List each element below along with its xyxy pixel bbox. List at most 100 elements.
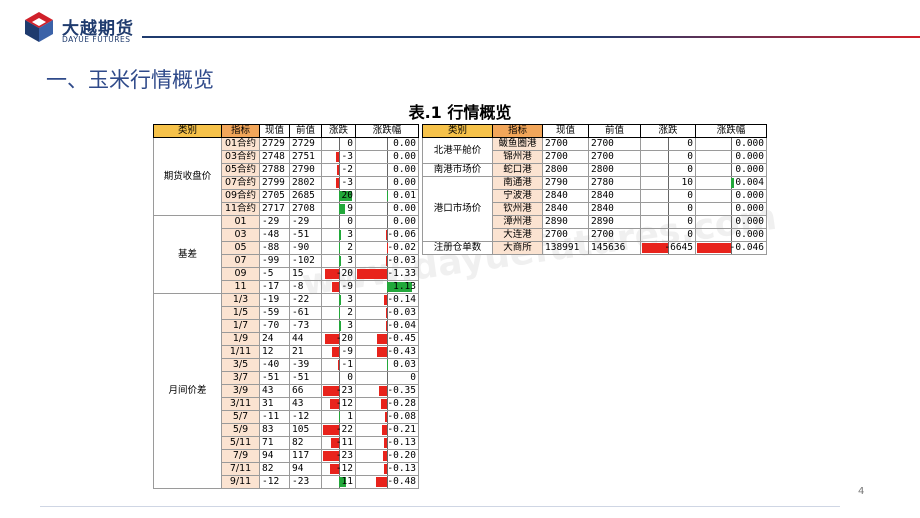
negative-bar (379, 386, 387, 396)
bar-value-text: -2 (341, 164, 353, 176)
change-cell: -20 (321, 267, 356, 281)
bar-axis (668, 151, 669, 163)
previous-value-cell: 2729 (289, 137, 322, 151)
bar-value-text: -22 (335, 424, 353, 436)
change-pct-cell: 0 (355, 371, 419, 385)
bar-value-text: 10 (681, 177, 693, 189)
header-previous: 前值 (588, 124, 641, 138)
change-cell: -9 (321, 345, 356, 359)
current-value-cell: 2729 (259, 137, 290, 151)
indicator-cell: 5/11 (221, 436, 260, 450)
change-pct-cell: -0.48 (355, 475, 419, 489)
bar-axis (338, 372, 340, 384)
bar-value-text: -0.13 (387, 463, 416, 475)
change-cell: -12 (321, 462, 356, 476)
bar-value-text: 0.00 (393, 216, 416, 228)
category-cell: 期货收盘价 (153, 137, 222, 216)
bar-axis (668, 190, 669, 202)
change-cell: 2 (321, 306, 356, 320)
previous-value-cell: -8 (289, 280, 322, 294)
bar-value-text: 0.000 (735, 216, 764, 228)
bar-value-text: 3 (347, 294, 353, 306)
change-pct-cell: 0.000 (695, 228, 767, 242)
bar-value-text: -0.35 (387, 385, 416, 397)
change-pct-cell: -0.35 (355, 384, 419, 398)
table-row: 月间价差 1/3 -19 -22 3 -0.14 (153, 293, 419, 489)
indicator-cell: 07合约 (221, 176, 260, 190)
bar-axis (668, 216, 669, 228)
bar-value-text: 0 (410, 372, 416, 384)
positive-bar (338, 295, 341, 305)
indicator-cell: 09合约 (221, 189, 260, 203)
change-pct-cell: 0.01 (355, 189, 419, 203)
previous-value-cell: -12 (289, 410, 322, 424)
bar-axis (338, 151, 340, 163)
current-value-cell: 71 (259, 436, 290, 450)
bar-value-text: 11 (341, 476, 353, 488)
previous-value-cell: -51 (289, 228, 322, 242)
header-indicator: 指标 (221, 124, 260, 138)
bar-value-text: -0.03 (387, 255, 416, 267)
change-pct-cell: -0.02 (355, 241, 419, 255)
bar-value-text: -0.14 (387, 294, 416, 306)
indicator-cell: 7/11 (221, 462, 260, 476)
change-pct-cell: 0.00 (355, 137, 419, 151)
bar-value-text: -0.28 (387, 398, 416, 410)
bar-axis (668, 229, 669, 241)
change-cell: 0 (640, 228, 696, 242)
bar-value-text: -0.02 (387, 242, 416, 254)
bar-value-text: 3 (347, 255, 353, 267)
current-value-cell: -48 (259, 228, 290, 242)
bar-axis (387, 372, 388, 384)
bar-value-text: -3 (341, 177, 353, 189)
bar-axis (387, 151, 388, 163)
current-value-cell: -5 (259, 267, 290, 281)
category-cell: 基差 (153, 215, 222, 294)
current-value-cell: -51 (259, 371, 290, 385)
header-row: 类别 指标 现值 前值 涨跌 涨跌幅 (422, 124, 767, 138)
bar-axis (338, 164, 340, 176)
indicator-cell: 3/7 (221, 371, 260, 385)
current-value-cell: -17 (259, 280, 290, 294)
current-value-cell: 2700 (542, 228, 589, 242)
bar-axis (338, 138, 340, 150)
bar-value-text: 0.004 (735, 177, 764, 189)
bar-axis (731, 138, 732, 150)
change-cell: 1 (321, 410, 356, 424)
bar-value-text: -0.08 (387, 411, 416, 423)
change-pct-cell: -0.28 (355, 397, 419, 411)
bar-value-text: 0 (347, 372, 353, 384)
bar-value-text: -0.20 (387, 450, 416, 462)
bar-axis (668, 138, 669, 150)
current-value-cell: 2799 (259, 176, 290, 190)
change-pct-cell: -0.03 (355, 306, 419, 320)
bar-value-text: -0.046 (729, 242, 764, 254)
positive-bar (338, 230, 341, 240)
negative-bar (332, 347, 339, 357)
logo-cube-icon (25, 12, 53, 42)
footer-divider (40, 506, 840, 507)
bar-value-text: 20 (341, 190, 353, 202)
change-cell: -23 (321, 384, 356, 398)
bar-value-text: 0 (687, 229, 693, 241)
change-pct-cell: 0.00 (355, 176, 419, 190)
bar-axis (338, 177, 340, 189)
bar-value-text: -9 (341, 346, 353, 358)
current-value-cell: 2890 (542, 215, 589, 229)
previous-value-cell: -29 (289, 215, 322, 229)
header-change: 涨跌 (321, 124, 356, 138)
indicator-cell: 5/9 (221, 423, 260, 437)
bar-value-text: 0 (687, 164, 693, 176)
indicator-cell: 5/7 (221, 410, 260, 424)
indicator-cell: 1/5 (221, 306, 260, 320)
bar-value-text: -0.43 (387, 346, 416, 358)
change-pct-cell: 0.000 (695, 189, 767, 203)
header-category: 类别 (422, 124, 493, 138)
bar-value-text: -0.13 (387, 437, 416, 449)
indicator-cell: 9/11 (221, 475, 260, 489)
negative-bar (377, 347, 387, 357)
category-cell: 月间价差 (153, 293, 222, 489)
positive-bar (338, 256, 341, 266)
bar-axis (731, 151, 732, 163)
positive-bar (338, 204, 345, 214)
